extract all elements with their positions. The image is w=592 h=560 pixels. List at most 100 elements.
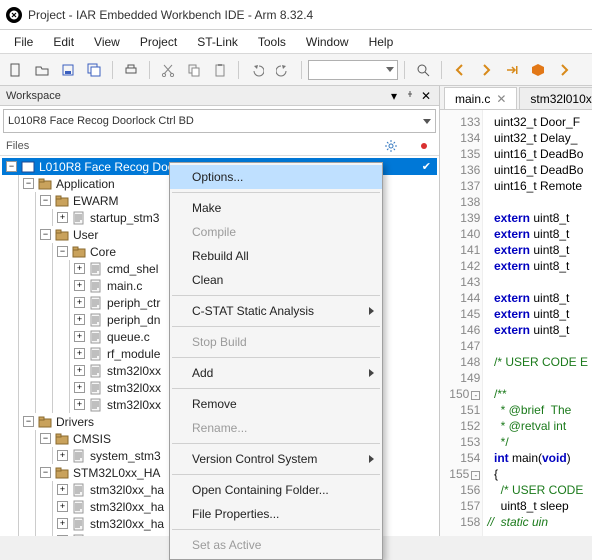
tree-label: CMSIS bbox=[73, 432, 111, 446]
toolbar bbox=[0, 54, 592, 86]
menu-file[interactable]: File bbox=[4, 32, 43, 52]
menu-tools[interactable]: Tools bbox=[248, 32, 296, 52]
tree-twisty-icon[interactable]: − bbox=[23, 416, 34, 427]
ctx-set-active: Set as Active bbox=[170, 533, 382, 557]
window-title: Project - IAR Embedded Workbench IDE - A… bbox=[28, 8, 313, 22]
save-icon[interactable] bbox=[56, 58, 80, 82]
tree-label: stm32l0xx_ha bbox=[90, 483, 164, 497]
tree-label: EWARM bbox=[73, 194, 119, 208]
ctx-file-properties[interactable]: File Properties... bbox=[170, 502, 382, 526]
tree-twisty-icon[interactable]: + bbox=[57, 212, 68, 223]
ctx-vcs[interactable]: Version Control System bbox=[170, 447, 382, 471]
menu-help[interactable]: Help bbox=[359, 32, 404, 52]
tree-label: cmd_shel bbox=[107, 262, 158, 276]
project-config-text: L010R8 Face Recog Doorlock Ctrl BD bbox=[8, 115, 423, 127]
tree-label: queue.c bbox=[107, 330, 150, 344]
app-icon bbox=[6, 7, 22, 23]
ctx-open-containing[interactable]: Open Containing Folder... bbox=[170, 478, 382, 502]
ctx-options[interactable]: Options... bbox=[170, 165, 382, 189]
tree-label: STM32L0xx_HA bbox=[73, 466, 160, 480]
bookmark-toggle-icon[interactable] bbox=[500, 58, 524, 82]
breakpoint-icon[interactable] bbox=[526, 58, 550, 82]
nav-back-icon[interactable] bbox=[448, 58, 472, 82]
panel-close-icon[interactable]: ✕ bbox=[419, 89, 433, 103]
context-menu: Options... Make Compile Rebuild All Clea… bbox=[169, 162, 383, 560]
tree-twisty-icon[interactable]: + bbox=[57, 518, 68, 529]
editor-gutter: 1331341351361371381391401411421431441451… bbox=[440, 110, 483, 536]
tree-twisty-icon[interactable]: + bbox=[57, 484, 68, 495]
editor-tabs: main.c✕ stm32l010x8.h cmd bbox=[440, 86, 592, 110]
editor-panel: main.c✕ stm32l010x8.h cmd 13313413513613… bbox=[440, 86, 592, 536]
paste-icon[interactable] bbox=[208, 58, 232, 82]
copy-icon[interactable] bbox=[182, 58, 206, 82]
ctx-make[interactable]: Make bbox=[170, 196, 382, 220]
tree-label: system_stm3 bbox=[90, 449, 161, 463]
ctx-rename: Rename... bbox=[170, 416, 382, 440]
tree-twisty-icon[interactable]: − bbox=[40, 195, 51, 206]
ctx-add[interactable]: Add bbox=[170, 361, 382, 385]
editor-code[interactable]: uint32_t Door_F uint32_t Delay_ uint16_t… bbox=[483, 110, 592, 536]
tree-twisty-icon[interactable]: + bbox=[74, 297, 85, 308]
nav-next-icon[interactable] bbox=[552, 58, 576, 82]
tree-twisty-icon[interactable]: + bbox=[74, 280, 85, 291]
undo-icon[interactable] bbox=[245, 58, 269, 82]
tree-label: Application bbox=[56, 177, 115, 191]
tree-twisty-icon[interactable]: − bbox=[6, 161, 17, 172]
tree-twisty-icon[interactable]: + bbox=[74, 263, 85, 274]
check-icon: ✔ bbox=[422, 160, 431, 173]
save-all-icon[interactable] bbox=[82, 58, 106, 82]
toolbar-combo[interactable] bbox=[308, 60, 398, 80]
tree-label: rf_module bbox=[107, 347, 160, 361]
ctx-stopbuild: Stop Build bbox=[170, 330, 382, 354]
tree-twisty-icon[interactable]: − bbox=[40, 229, 51, 240]
files-column-label: Files bbox=[6, 140, 385, 152]
close-tab-icon[interactable]: ✕ bbox=[496, 92, 506, 106]
tree-twisty-icon[interactable]: − bbox=[40, 467, 51, 478]
tree-twisty-icon[interactable]: − bbox=[40, 433, 51, 444]
menu-edit[interactable]: Edit bbox=[43, 32, 84, 52]
search-icon[interactable] bbox=[411, 58, 435, 82]
tree-label: stm32l0xx_ha bbox=[90, 500, 164, 514]
editor-tab-header[interactable]: stm32l010x8.h bbox=[519, 87, 592, 109]
menu-project[interactable]: Project bbox=[130, 32, 187, 52]
tree-twisty-icon[interactable]: + bbox=[74, 348, 85, 359]
tree-label: Core bbox=[90, 245, 116, 259]
tree-label: stm32l0xx bbox=[107, 398, 161, 412]
editor-area[interactable]: 1331341351361371381391401411421431441451… bbox=[440, 110, 592, 536]
tree-twisty-icon[interactable]: + bbox=[74, 382, 85, 393]
tree-twisty-icon[interactable]: + bbox=[74, 314, 85, 325]
tree-label: User bbox=[73, 228, 98, 242]
ctx-rebuild[interactable]: Rebuild All bbox=[170, 244, 382, 268]
titlebar: Project - IAR Embedded Workbench IDE - A… bbox=[0, 0, 592, 30]
tree-twisty-icon[interactable]: + bbox=[74, 399, 85, 410]
tree-label: stm32l0xx bbox=[107, 364, 161, 378]
modified-indicator-icon bbox=[421, 143, 427, 149]
redo-icon[interactable] bbox=[271, 58, 295, 82]
project-config-combo[interactable]: L010R8 Face Recog Doorlock Ctrl BD bbox=[3, 109, 436, 133]
open-icon[interactable] bbox=[30, 58, 54, 82]
menu-window[interactable]: Window bbox=[296, 32, 359, 52]
workspace-header: Workspace ▾ ✕ bbox=[0, 86, 439, 106]
nav-fwd-icon[interactable] bbox=[474, 58, 498, 82]
ctx-clean[interactable]: Clean bbox=[170, 268, 382, 292]
ctx-cstat[interactable]: C-STAT Static Analysis bbox=[170, 299, 382, 323]
menu-stlink[interactable]: ST-Link bbox=[187, 32, 248, 52]
tree-twisty-icon[interactable]: − bbox=[23, 178, 34, 189]
new-file-icon[interactable] bbox=[4, 58, 28, 82]
tree-twisty-icon[interactable]: + bbox=[74, 331, 85, 342]
menubar: File Edit View Project ST-Link Tools Win… bbox=[0, 30, 592, 54]
cut-icon[interactable] bbox=[156, 58, 180, 82]
print-icon[interactable] bbox=[119, 58, 143, 82]
tree-label: main.c bbox=[107, 279, 142, 293]
gear-icon[interactable] bbox=[385, 140, 397, 152]
tree-twisty-icon[interactable]: + bbox=[57, 501, 68, 512]
tree-twisty-icon[interactable]: − bbox=[57, 246, 68, 257]
tree-twisty-icon[interactable]: + bbox=[74, 365, 85, 376]
tree-label: Drivers bbox=[56, 415, 94, 429]
menu-view[interactable]: View bbox=[84, 32, 130, 52]
panel-pin-icon[interactable] bbox=[403, 89, 417, 103]
tree-twisty-icon[interactable]: + bbox=[57, 450, 68, 461]
panel-menu-icon[interactable]: ▾ bbox=[387, 89, 401, 103]
editor-tab-main[interactable]: main.c✕ bbox=[444, 87, 517, 109]
ctx-remove[interactable]: Remove bbox=[170, 392, 382, 416]
